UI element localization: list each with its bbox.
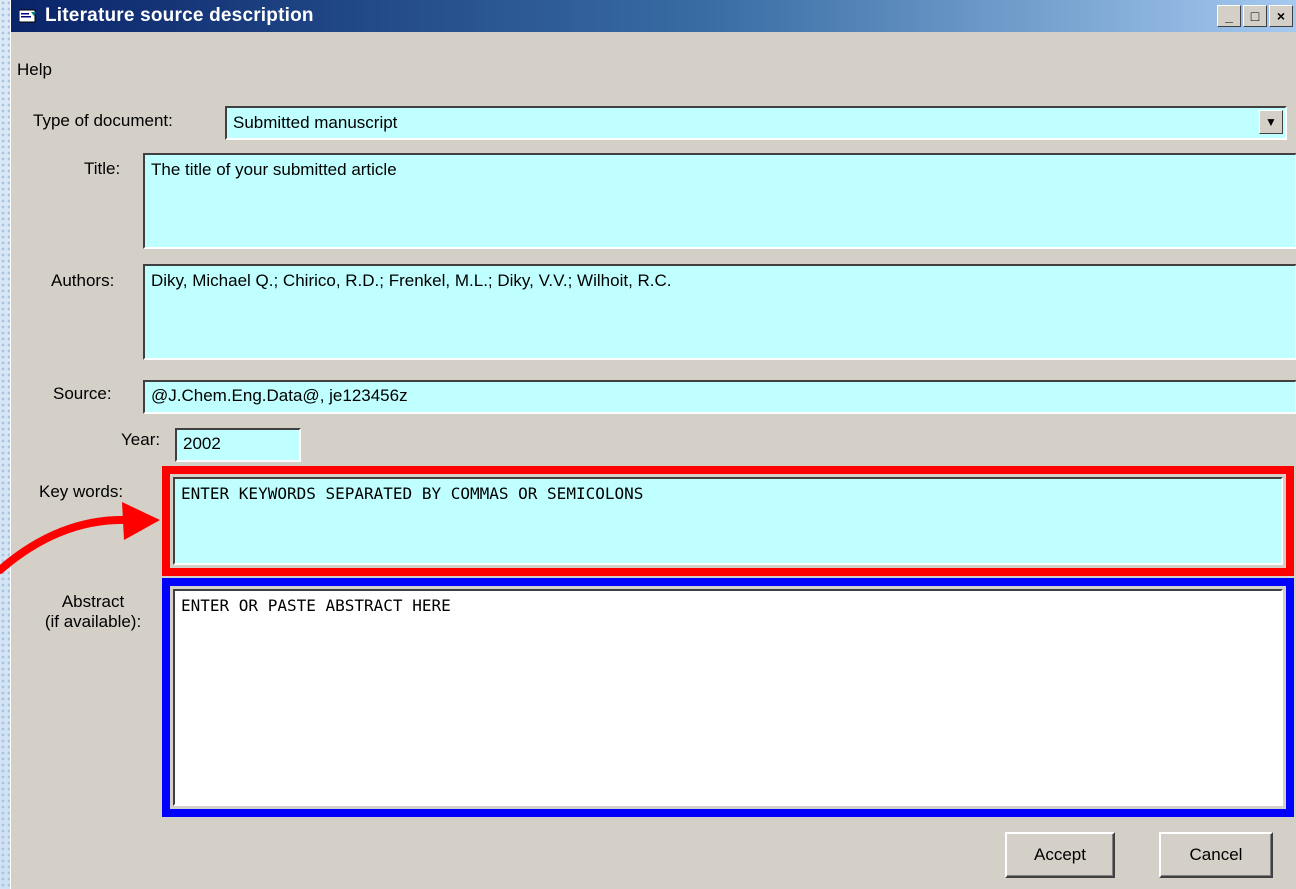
menu-help[interactable]: Help: [17, 60, 52, 80]
source-label: Source:: [53, 384, 112, 403]
chevron-down-icon[interactable]: ▼: [1259, 110, 1283, 134]
source-field[interactable]: @J.Chem.Eng.Data@, je123456z: [143, 380, 1296, 414]
authors-field[interactable]: Diky, Michael Q.; Chirico, R.D.; Frenkel…: [143, 264, 1296, 360]
abstract-field[interactable]: ENTER OR PASTE ABSTRACT HERE: [173, 589, 1283, 806]
accept-button[interactable]: Accept: [1005, 832, 1115, 878]
title-label: Title:: [84, 159, 121, 178]
year-field[interactable]: 2002: [175, 428, 301, 462]
title-bar[interactable]: Literature source description _ □ ×: [11, 0, 1296, 32]
year-label: Year:: [121, 430, 161, 449]
authors-label: Authors:: [51, 271, 115, 290]
red-arrow-annotation: [0, 502, 160, 574]
title-field[interactable]: The title of your submitted article: [143, 153, 1296, 249]
abstract-label: Abstract (if available):: [31, 592, 155, 632]
minimize-button[interactable]: _: [1217, 5, 1241, 27]
doc-type-value: Submitted manuscript: [233, 113, 398, 132]
menu-bar: Help: [11, 32, 1296, 79]
doc-type-select[interactable]: Submitted manuscript ▼: [225, 106, 1287, 140]
close-button[interactable]: ×: [1269, 5, 1293, 27]
keywords-field[interactable]: ENTER KEYWORDS SEPARATED BY COMMAS OR SE…: [173, 477, 1283, 565]
maximize-button[interactable]: □: [1243, 5, 1267, 27]
dialog-window: Literature source description _ □ × Help…: [10, 0, 1296, 889]
window-app-icon: [19, 9, 36, 23]
abstract-label-line1: Abstract: [61, 592, 125, 611]
cancel-button[interactable]: Cancel: [1159, 832, 1273, 878]
window-title: Literature source description: [45, 5, 314, 26]
doc-type-label: Type of document:: [33, 111, 173, 130]
abstract-label-line2: (if available):: [44, 612, 142, 631]
